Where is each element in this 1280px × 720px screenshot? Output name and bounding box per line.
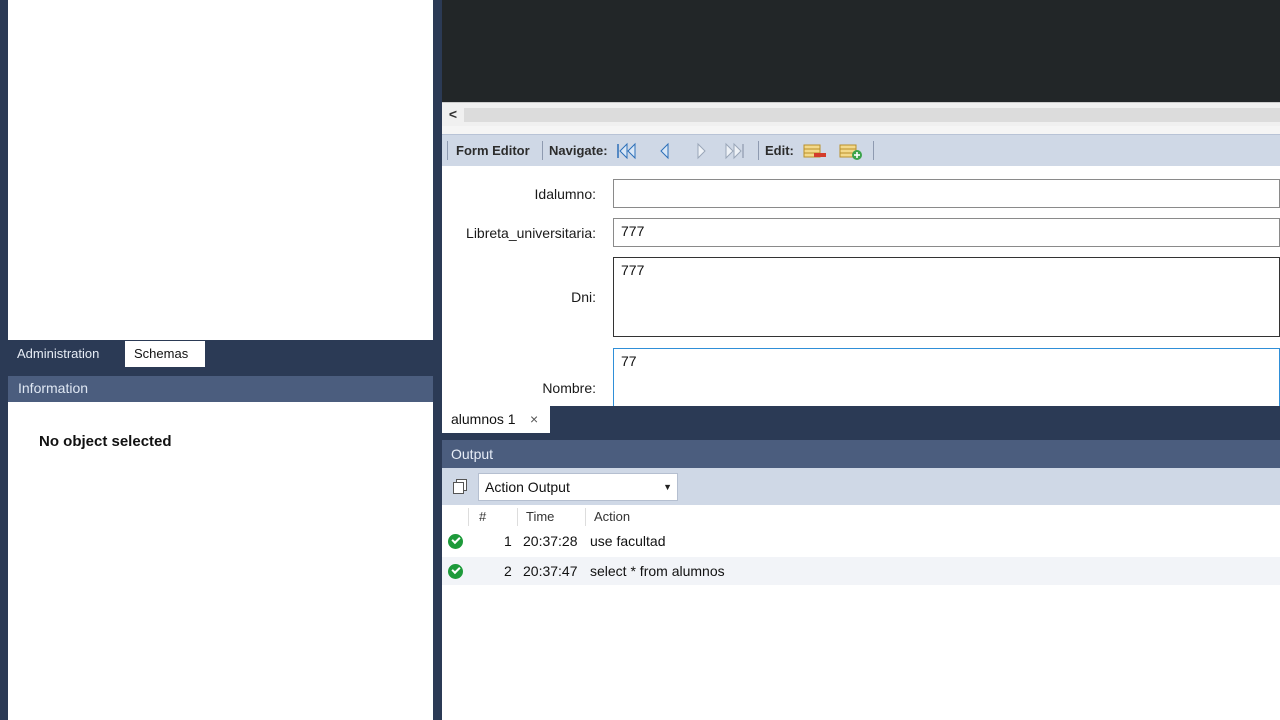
row-number: 1	[504, 533, 512, 549]
navigator-panel	[0, 0, 434, 340]
row-time: 20:37:47	[523, 563, 578, 579]
libreta-field[interactable]: 777	[613, 218, 1280, 247]
next-record-icon[interactable]	[690, 141, 712, 161]
success-icon	[448, 564, 463, 579]
form-editor: Idalumno: Libreta_universitaria: 777 Dni…	[442, 166, 1280, 408]
information-panel: No object selected	[8, 402, 433, 720]
add-row-icon[interactable]	[838, 141, 864, 161]
copy-icon[interactable]	[452, 479, 468, 495]
form-editor-label: Form Editor	[456, 143, 530, 158]
column-header-time[interactable]: Time	[526, 509, 554, 524]
tab-schemas[interactable]: Schemas	[125, 341, 205, 367]
tab-alumnos-1-label: alumnos 1	[451, 411, 516, 427]
last-record-icon[interactable]	[724, 141, 746, 161]
column-separator	[468, 508, 469, 526]
query-editor-area	[442, 0, 1280, 102]
form-editor-toolbar: Form Editor Navigate: Edit:	[442, 134, 1280, 167]
nombre-field[interactable]: 77	[613, 348, 1280, 408]
no-object-selected-text: No object selected	[39, 433, 172, 450]
separator	[873, 141, 874, 160]
sidebar-tabs: Administration Schemas	[0, 341, 434, 374]
scroll-left-icon[interactable]: <	[445, 106, 461, 122]
output-type-value: Action Output	[485, 479, 570, 495]
chevron-down-icon: ▼	[663, 482, 672, 492]
tab-alumnos-1[interactable]: alumnos 1 ×	[442, 406, 550, 433]
idalumno-field[interactable]	[613, 179, 1280, 208]
previous-record-icon[interactable]	[654, 141, 676, 161]
row-action: use facultad	[590, 533, 666, 549]
column-separator	[517, 508, 518, 526]
row-time: 20:37:28	[523, 533, 578, 549]
success-icon	[448, 534, 463, 549]
close-icon[interactable]: ×	[530, 406, 538, 433]
dni-field[interactable]: 777	[613, 257, 1280, 337]
idalumno-label: Idalumno:	[534, 186, 596, 202]
column-header-number[interactable]: #	[479, 509, 486, 524]
column-header-action[interactable]: Action	[594, 509, 630, 524]
horizontal-scrollbar[interactable]: <	[442, 102, 1280, 127]
nombre-label: Nombre:	[542, 380, 596, 396]
libreta-label: Libreta_universitaria:	[466, 225, 596, 241]
table-row[interactable]: 1 20:37:28 use facultad	[442, 527, 1280, 555]
information-header: Information	[8, 376, 433, 402]
separator	[542, 141, 543, 160]
separator	[447, 141, 448, 160]
output-header: Output	[442, 440, 1280, 468]
dni-label: Dni:	[571, 289, 596, 305]
output-type-dropdown[interactable]: Action Output ▼	[478, 473, 678, 501]
output-grid: # Time Action 1 20:37:28 use facultad 2 …	[442, 505, 1280, 720]
scroll-track[interactable]	[464, 108, 1280, 122]
column-separator	[585, 508, 586, 526]
navigate-label: Navigate:	[549, 143, 608, 158]
output-toolbar: Action Output ▼	[442, 468, 1280, 505]
row-number: 2	[504, 563, 512, 579]
table-row[interactable]: 2 20:37:47 select * from alumnos	[442, 557, 1280, 585]
delete-row-icon[interactable]	[802, 141, 828, 161]
row-action: select * from alumnos	[590, 563, 725, 579]
separator	[758, 141, 759, 160]
result-tabs: alumnos 1 ×	[442, 406, 1280, 433]
panel-splitter[interactable]	[433, 0, 442, 720]
first-record-icon[interactable]	[615, 141, 637, 161]
edit-label: Edit:	[765, 143, 794, 158]
spacer	[442, 126, 1280, 134]
tab-administration[interactable]: Administration	[8, 341, 109, 367]
